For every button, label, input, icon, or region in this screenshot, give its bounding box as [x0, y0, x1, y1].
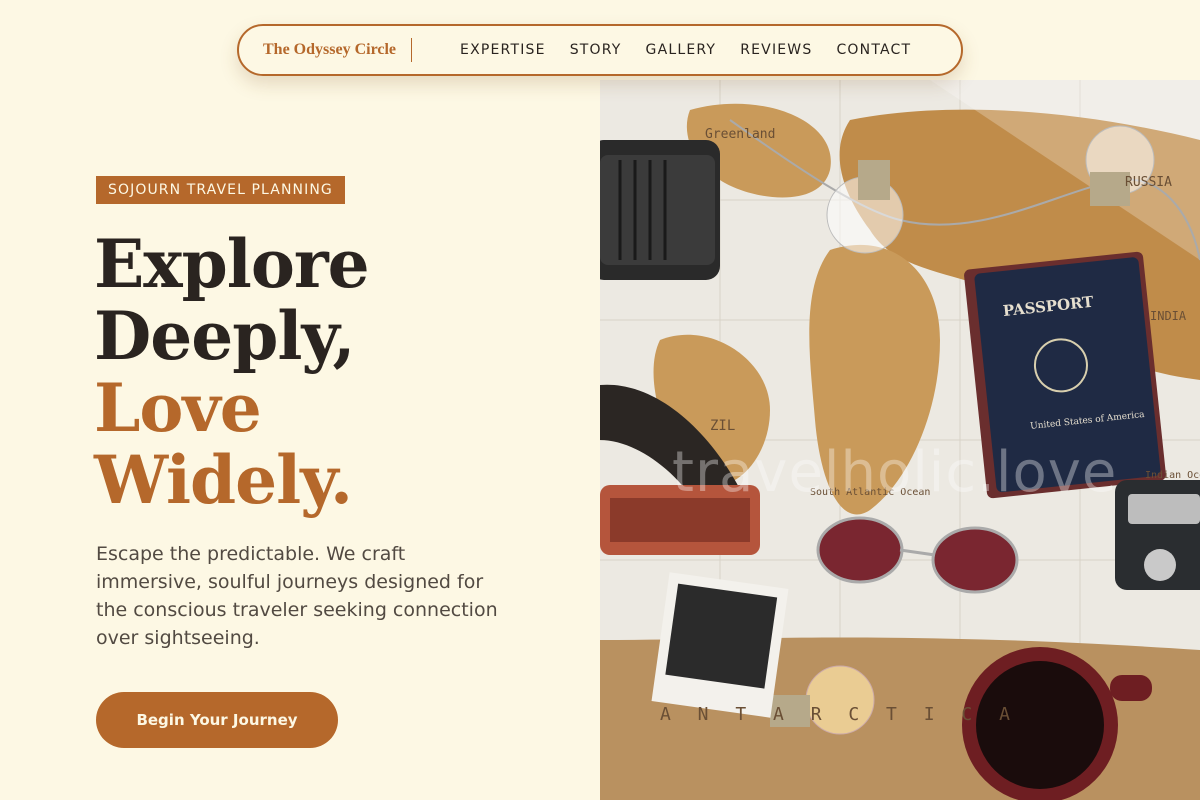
vintage-radio — [1115, 480, 1200, 590]
map-label-russia: RUSSIA — [1125, 175, 1172, 190]
headline-line-1: Explore — [94, 225, 370, 303]
map-label-brazil: ZIL — [710, 418, 735, 434]
polaroid-photo — [651, 572, 789, 718]
hero-headline: Explore Deeply, Love Widely. — [94, 225, 370, 519]
nav-link-story[interactable]: STORY — [570, 42, 622, 58]
nav-link-gallery[interactable]: GALLERY — [646, 42, 717, 58]
hero-image: PASSPORT United States of America Greenl… — [600, 80, 1200, 800]
image-watermark: travelholic.love — [672, 440, 1118, 505]
nav-link-reviews[interactable]: REVIEWS — [740, 42, 812, 58]
hero-badge: SOJOURN TRAVEL PLANNING — [96, 176, 345, 204]
nav-link-contact[interactable]: CONTACT — [836, 42, 911, 58]
map-label-india: INDIA — [1150, 309, 1187, 323]
headline-line-2: Deeply, — [94, 297, 355, 375]
nav-links: EXPERTISE STORY GALLERY REVIEWS CONTACT — [460, 42, 911, 58]
top-nav: The Odyssey Circle EXPERTISE STORY GALLE… — [237, 24, 963, 76]
nav-link-expertise[interactable]: EXPERTISE — [460, 42, 546, 58]
camera-lens — [600, 140, 720, 280]
map-label-antarctica: A N T A R C T I C A — [660, 704, 1018, 725]
hero-description: Escape the predictable. We craft immersi… — [96, 543, 498, 649]
begin-journey-button[interactable]: Begin Your Journey — [96, 692, 338, 748]
map-label-indian-ocean: Indian Ocean — [1145, 470, 1200, 481]
headline-line-3: Love — [94, 369, 262, 447]
headline-line-4: Widely. — [94, 441, 353, 519]
map-label-greenland: Greenland — [705, 127, 775, 142]
brand-logo[interactable]: The Odyssey Circle — [263, 38, 413, 62]
